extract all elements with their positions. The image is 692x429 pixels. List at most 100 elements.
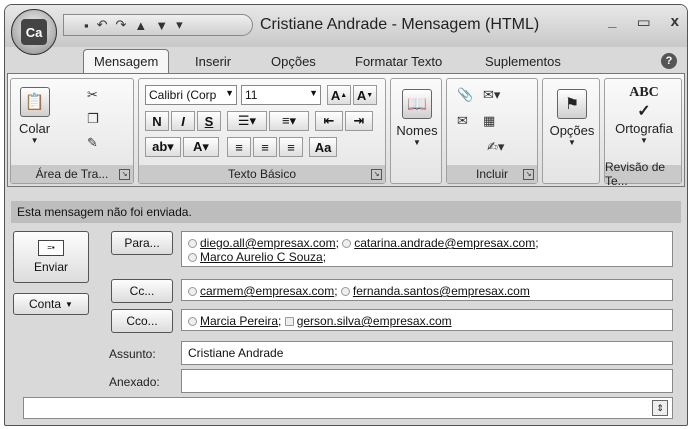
bcc-recipient[interactable]: Marcia Pereira [200,314,278,328]
office-logo-icon: Ca [21,19,47,45]
chevron-down-icon: ▼ [309,88,318,98]
chevron-down-icon: ▼ [568,138,576,147]
tab-mensagem[interactable]: Mensagem [83,49,170,73]
dialog-launcher-icon[interactable]: ↘ [371,169,382,180]
signature-icon[interactable]: ✍▾ [487,139,504,155]
attach-item-icon[interactable]: ✉▾ [483,87,500,103]
presence-icon [188,317,197,326]
highlight-button[interactable]: ab▾ [145,137,181,157]
chevron-down-icon: ▼ [30,136,39,145]
attach-file-icon[interactable]: 📎 [457,87,473,103]
grow-font-button[interactable]: A ▲ [327,85,351,105]
presence-icon [188,253,197,262]
customize-qat-icon[interactable]: ▾ [176,17,183,33]
spelling-button[interactable]: ABC ✓ Ortografia ▼ [607,85,681,145]
spelling-label: Ortografia [615,121,673,136]
options-button[interactable]: ⚑ Opções ▼ [547,89,597,147]
chevron-down-icon: ▼ [640,136,648,145]
cc-button-label: Cc... [129,284,155,298]
message-body[interactable]: ⇕ [23,397,673,419]
cc-recipient[interactable]: carmem@empresax.com [200,284,334,298]
scroll-toggle-icon[interactable]: ⇕ [652,400,668,416]
align-right-button[interactable]: ≡ [279,137,303,157]
to-recipient[interactable]: Marco Aurelio C Souza [200,250,323,264]
to-recipient[interactable]: catarina.andrade@empresax.com [354,236,535,250]
cc-recipient[interactable]: fernanda.santos@empresax.com [353,284,530,298]
subject-label: Assunto: [109,347,156,361]
font-name-combo[interactable]: Calibri (Corp ▼ [145,85,237,105]
styles-button[interactable]: Aa [309,137,337,157]
dialog-launcher-icon[interactable]: ↘ [119,169,130,180]
font-size-combo[interactable]: 11 ▼ [241,85,321,105]
spelling-abc-icon: ABC ✓ [629,85,659,120]
underline-button[interactable]: S [197,111,221,131]
dialog-launcher-icon[interactable]: ↘ [523,169,534,180]
close-icon[interactable]: x [671,13,679,31]
info-bar: Esta mensagem não foi enviada. [11,201,681,223]
to-button-label: Para... [124,236,160,250]
shrink-font-button[interactable]: A ▼ [353,85,377,105]
increase-indent-button[interactable]: ⇥ [345,111,373,131]
cc-field[interactable]: carmem@empresax.com; fernanda.santos@emp… [181,279,673,301]
save-icon[interactable]: ▪ [84,18,89,33]
to-recipient[interactable]: diego.all@empresax.com [200,236,336,250]
help-icon[interactable]: ? [661,53,677,69]
ribbon-tabs: Mensagem Inserir Opções Formatar Texto S… [5,47,687,73]
group-options: ⚑ Opções ▼ [542,78,600,184]
clipboard-icon: 📋 [19,87,50,117]
calendar-icon[interactable]: ▦ [483,113,495,129]
group-label-proofing: Revisão de Te... [605,160,681,188]
tab-inserir[interactable]: Inserir [195,54,231,69]
to-field[interactable]: diego.all@empresax.com; catarina.andrade… [181,231,673,267]
bold-button[interactable]: N [145,111,169,131]
format-painter-icon[interactable]: ✎ [87,135,98,151]
proofing-group-text: Revisão de Te... [605,160,666,188]
copy-icon[interactable]: ❐ [87,111,99,127]
names-button[interactable]: 📖 Nomes ▼ [395,89,439,147]
align-left-button[interactable]: ≡ [227,137,251,157]
title-bar: Ca ▪ ↶ ↷ ▲ ▼ ▾ Cristiane Andrade - Mensa… [5,5,687,55]
tab-suplementos[interactable]: Suplementos [485,54,561,69]
cut-icon[interactable]: ✂ [87,87,98,103]
group-proofing: ABC ✓ Ortografia ▼ Revisão de Te... [604,78,682,188]
to-button[interactable]: Para... [111,231,173,255]
undo-icon[interactable]: ↶ [97,17,108,33]
paste-button[interactable]: 📋 Colar ▼ [19,87,50,145]
italic-button[interactable]: I [171,111,195,131]
maximize-icon[interactable]: ▭ [636,13,650,31]
bcc-field[interactable]: Marcia Pereira; gerson.silva@empresax.co… [181,309,673,331]
address-book-icon: 📖 [402,89,432,119]
presence-icon [188,239,197,248]
minimize-icon[interactable]: _ [608,13,616,31]
font-color-button[interactable]: A▾ [183,137,219,157]
align-center-button[interactable]: ≡ [253,137,277,157]
options-label: Opções [549,123,595,138]
names-label: Nomes [396,123,438,138]
tab-opcoes[interactable]: Opções [271,54,316,69]
quick-access-toolbar: ▪ ↶ ↷ ▲ ▼ ▾ [63,14,253,36]
down-arrow-icon[interactable]: ▼ [155,18,168,33]
group-include: 📎 ✉▾ ✉ ▦ ✍▾ Incluir ↘ [446,78,538,184]
cc-button[interactable]: Cc... [111,279,173,303]
redo-icon[interactable]: ↷ [116,17,127,33]
group-label-clipboard: Área de Tra... ↘ [11,165,133,183]
attached-field[interactable] [181,369,673,393]
bcc-button[interactable]: Cco... [111,309,173,333]
message-window: Ca ▪ ↶ ↷ ▲ ▼ ▾ Cristiane Andrade - Mensa… [4,4,688,426]
decrease-indent-button[interactable]: ⇤ [315,111,343,131]
send-label: Enviar [33,260,68,274]
numbering-button[interactable]: ≡▾ [269,111,309,131]
presence-icon [342,239,352,248]
account-label: Conta [29,297,62,311]
up-arrow-icon[interactable]: ▲ [134,18,147,33]
send-button[interactable]: =▪ Enviar [13,231,89,283]
bullets-button[interactable]: ☰▾ [227,111,267,131]
bcc-recipient[interactable]: gerson.silva@empresax.com [297,314,452,328]
office-button[interactable]: Ca [11,9,57,55]
chevron-down-icon: ▼ [225,88,234,98]
tab-formatar-texto[interactable]: Formatar Texto [355,54,442,69]
subject-field[interactable]: Cristiane Andrade [181,341,673,365]
chevron-down-icon: ▼ [65,299,73,309]
account-button[interactable]: Conta ▼ [13,293,89,315]
business-card-icon[interactable]: ✉ [457,113,468,129]
